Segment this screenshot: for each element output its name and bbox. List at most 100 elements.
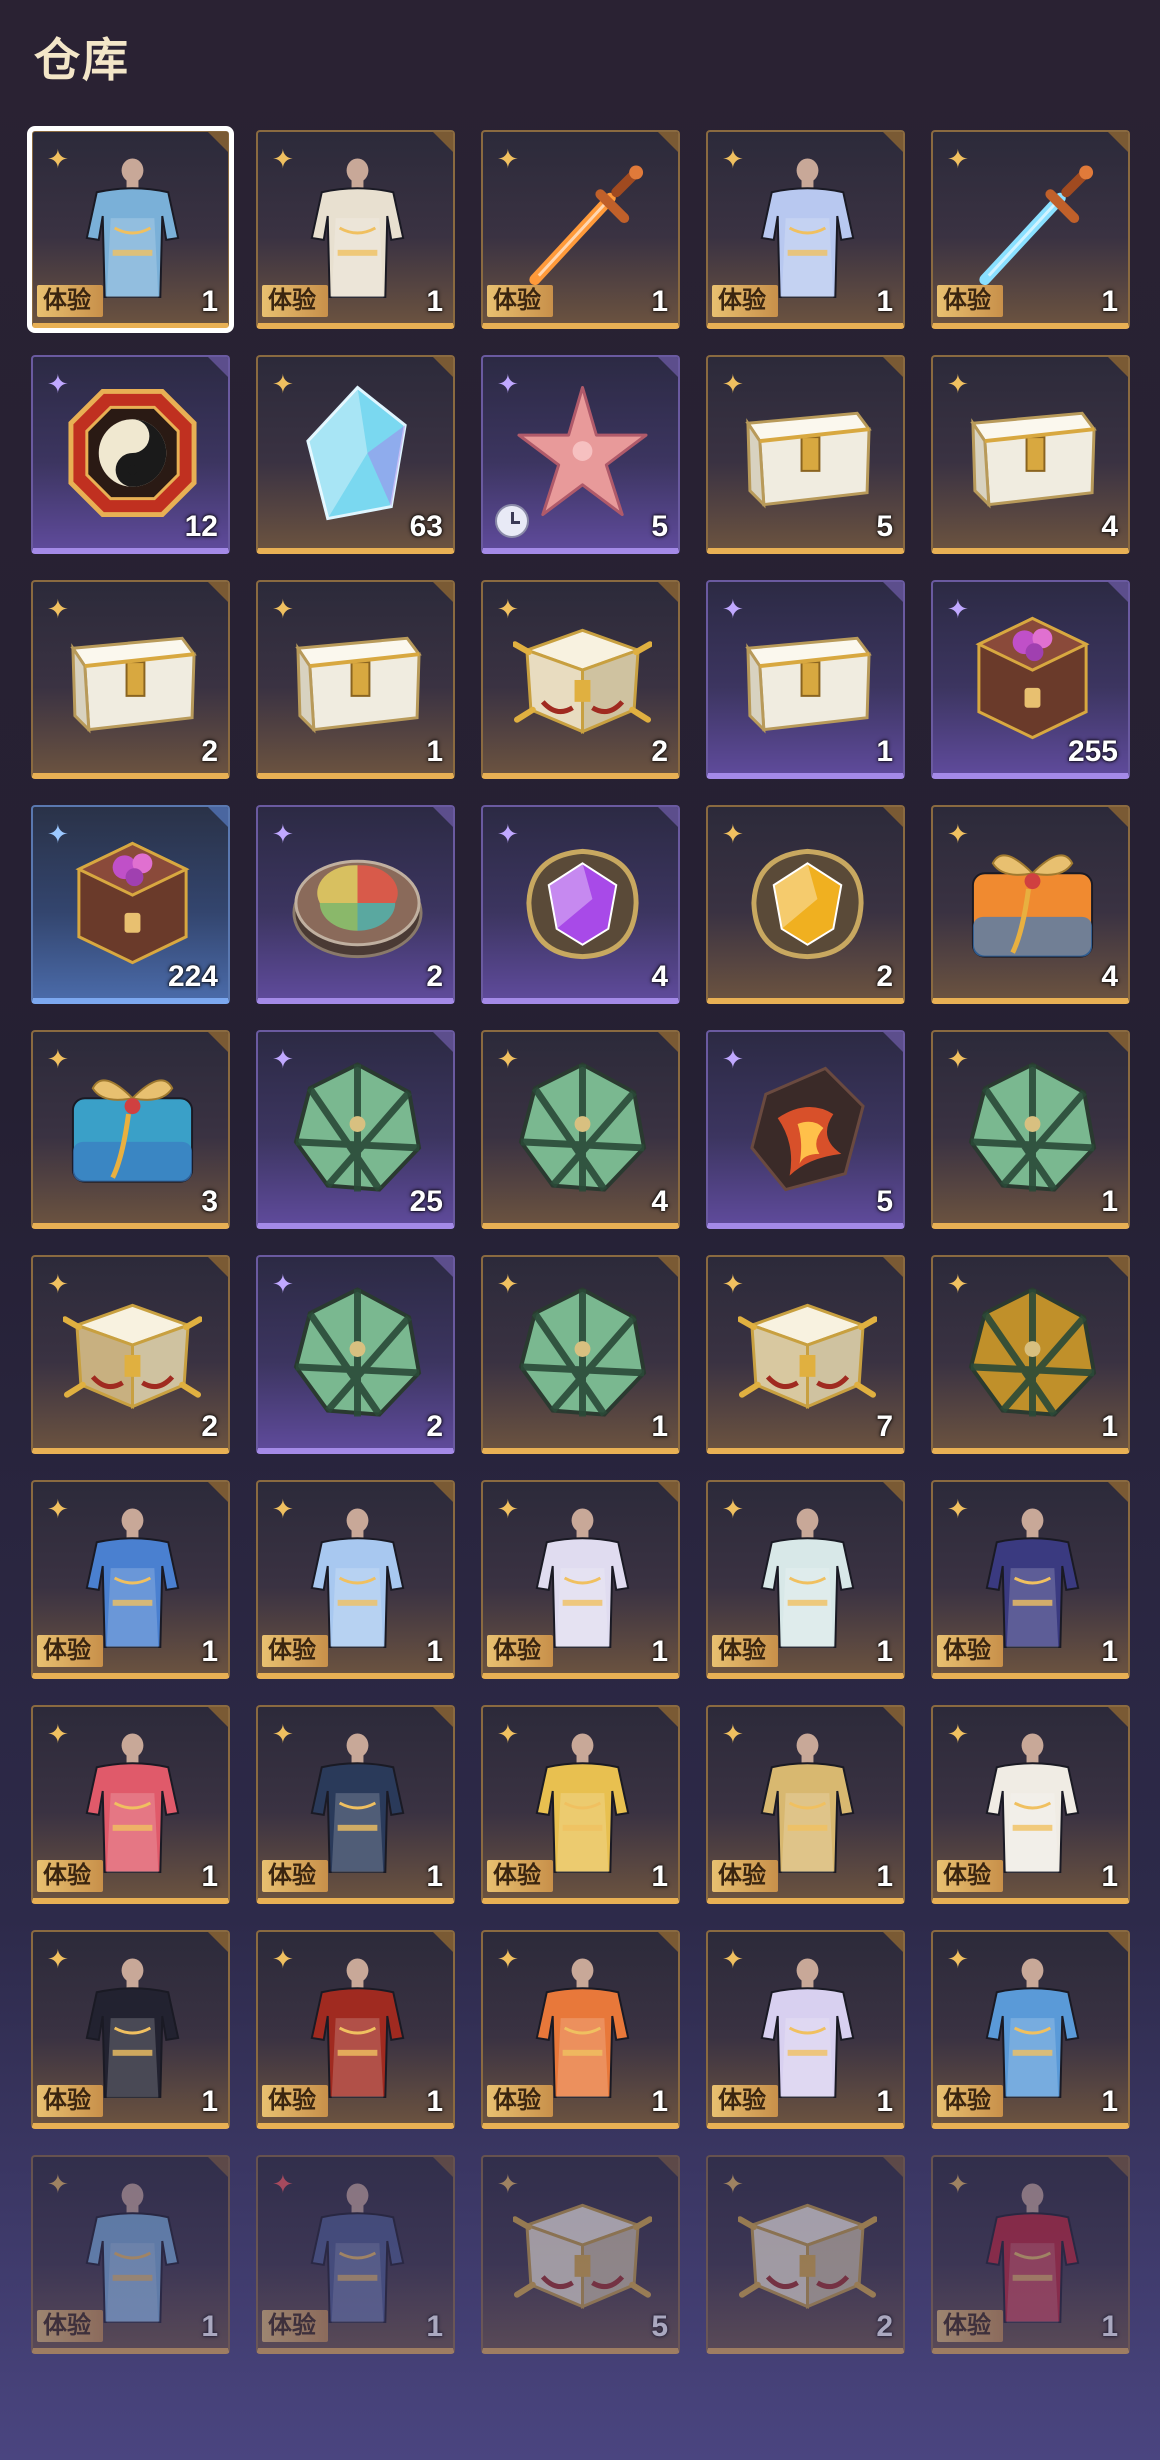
inventory-slot-outfit-fur-armor[interactable]: ✦ 体验 1 [256, 2155, 455, 2354]
rarity-star-icon: ✦ [947, 1044, 969, 1074]
inventory-slot-outfit-floral-robe[interactable]: ✦ 体验 1 [31, 2155, 230, 2354]
inventory-slot-outfit-dark-armor-dress[interactable]: ✦ 体验 1 [256, 1705, 455, 1904]
inventory-slot-white-jade-chest[interactable]: ✦ 2 [31, 580, 230, 779]
inventory-slot-crystal-shard[interactable]: ✦ 63 [256, 355, 455, 554]
inventory-slot-outfit-blue-shawl-dress[interactable]: ✦ 体验 1 [931, 1930, 1130, 2129]
inventory-slot-outfit-navy-gown[interactable]: ✦ 体验 1 [931, 1480, 1130, 1679]
item-image [288, 833, 427, 973]
item-quantity: 1 [201, 285, 218, 318]
trial-badge: 体验 [712, 1635, 778, 1667]
inventory-slot-outfit-red-halter-dress[interactable]: ✦ 体验 1 [931, 2155, 1130, 2354]
inventory-slot-jade-polyhedron[interactable]: ✦ 4 [481, 1030, 680, 1229]
rarity-star-icon: ✦ [722, 1944, 744, 1974]
item-quantity: 1 [426, 735, 443, 768]
outfit-icon [760, 1958, 855, 2098]
inventory-slot-outfit-floral-robe[interactable]: ✦ 体验 1 [27, 126, 234, 333]
inventory-slot-ornate-gold-chest[interactable]: ✦ 7 [706, 1255, 905, 1454]
inventory-slot-ember-stone[interactable]: ✦ 5 [706, 1030, 905, 1229]
rarity-star-icon: ✦ [497, 1719, 519, 1749]
starfish-icon [517, 385, 648, 517]
inventory-slot-white-jade-chest[interactable]: ✦ 1 [256, 580, 455, 779]
inventory-slot-ornate-gold-chest[interactable]: ✦ 5 [481, 2155, 680, 2354]
inventory-slot-weapon-ice-sword[interactable]: ✦ 体验 1 [931, 130, 1130, 329]
inventory-slot-outfit-red-cape-armor[interactable]: ✦ 体验 1 [256, 1930, 455, 2129]
inventory-slot-outfit-pale-blue-dress[interactable]: ✦ 体验 1 [256, 1480, 455, 1679]
inventory-slot-outfit-gold-black-dress[interactable]: ✦ 体验 1 [481, 1705, 680, 1904]
item-quantity: 1 [651, 1635, 668, 1668]
inventory-slot-token-yin-yang-medallion[interactable]: ✦ 12 [31, 355, 230, 554]
trial-badge: 体验 [262, 285, 328, 317]
inventory-slot-white-jade-chest[interactable]: ✦ 1 [706, 580, 905, 779]
inventory-slot-outfit-white-purple-dress[interactable]: ✦ 体验 1 [706, 1930, 905, 2129]
rarity-star-icon: ✦ [947, 1494, 969, 1524]
outfit-icon [535, 1958, 630, 2098]
item-quantity: 12 [184, 510, 218, 543]
trial-badge: 体验 [262, 1860, 328, 1892]
inventory-slot-lacquer-hex-box[interactable]: ✦ 224 [31, 805, 230, 1004]
inventory-slot-jade-polyhedron[interactable]: ✦ 2 [256, 1255, 455, 1454]
inventory-slot-white-jade-chest[interactable]: ✦ 5 [706, 355, 905, 554]
item-image [513, 1508, 652, 1648]
inventory-slot-white-jade-chest[interactable]: ✦ 4 [931, 355, 1130, 554]
inventory-slot-jade-polyhedron[interactable]: ✦ 1 [931, 1030, 1130, 1229]
rarity-star-icon: ✦ [722, 1494, 744, 1524]
inventory-slot-blue-gift-bundle[interactable]: ✦ 3 [31, 1030, 230, 1229]
inventory-slot-ornate-gold-chest[interactable]: ✦ 2 [706, 2155, 905, 2354]
inventory-slot-ornate-gold-chest[interactable]: ✦ 2 [481, 580, 680, 779]
inventory-slot-outfit-red-white-dress[interactable]: ✦ 体验 1 [31, 1705, 230, 1904]
inventory-slot-jade-polyhedron[interactable]: ✦ 25 [256, 1030, 455, 1229]
outfit-icon [985, 1958, 1080, 2098]
outfit-icon [760, 1508, 855, 1648]
item-quantity: 255 [1067, 735, 1118, 768]
outfit-icon [985, 1508, 1080, 1648]
inventory-slot-outfit-gold-cape-armor[interactable]: ✦ 体验 1 [706, 1705, 905, 1904]
inventory-slot-jade-compass-disc[interactable]: ✦ 2 [256, 805, 455, 1004]
inventory-slot-outfit-orange-white-armor[interactable]: ✦ 体验 1 [481, 1930, 680, 2129]
rarity-star-icon: ✦ [722, 1269, 744, 1299]
inventory-slot-lacquer-hex-box[interactable]: ✦ 255 [931, 580, 1130, 779]
rarity-star-icon: ✦ [47, 1494, 69, 1524]
inventory-slot-purple-gem-relic[interactable]: ✦ 4 [481, 805, 680, 1004]
rarity-star-icon: ✦ [47, 1269, 69, 1299]
inventory-slot-outfit-white-robe[interactable]: ✦ 体验 1 [931, 1705, 1130, 1904]
inventory-slot-outfit-white-fur-coat[interactable]: ✦ 体验 1 [481, 1480, 680, 1679]
polyhedron-icon [518, 1062, 647, 1192]
rarity-star-icon: ✦ [497, 369, 519, 399]
rarity-star-icon: ✦ [272, 144, 294, 174]
item-image [63, 833, 202, 973]
rarity-star-icon: ✦ [272, 1494, 294, 1524]
inventory-grid: ✦ 体验 1 ✦ 体验 1 ✦ 体验 1 ✦ 体验 1 ✦ 体验 1 ✦ 12 … [27, 126, 1130, 2354]
inventory-slot-gold-gem-relic[interactable]: ✦ 2 [706, 805, 905, 1004]
rarity-star-icon: ✦ [497, 594, 519, 624]
outfit-icon [535, 1508, 630, 1648]
trial-badge: 体验 [937, 1860, 1003, 1892]
item-image [288, 1283, 427, 1423]
rarity-star-icon: ✦ [722, 2169, 744, 2199]
item-image [963, 1283, 1102, 1423]
gift-icon [971, 854, 1094, 958]
inventory-slot-outfit-black-vest[interactable]: ✦ 体验 1 [31, 1930, 230, 2129]
medallion-icon [68, 388, 197, 518]
item-quantity: 4 [651, 960, 668, 993]
inventory-slot-jade-polyhedron[interactable]: ✦ 1 [481, 1255, 680, 1454]
rarity-star-icon: ✦ [272, 1944, 294, 1974]
inventory-slot-outfit-blue-porcelain-dress[interactable]: ✦ 体验 1 [706, 130, 905, 329]
item-quantity: 1 [426, 2310, 443, 2343]
item-image [63, 608, 202, 748]
inventory-slot-orange-gift-bundle[interactable]: ✦ 4 [931, 805, 1130, 1004]
hex-box-icon [975, 616, 1090, 740]
item-image [738, 1958, 877, 2098]
item-quantity: 3 [201, 1185, 218, 1218]
inventory-slot-red-gold-polyhedron[interactable]: ✦ 1 [931, 1255, 1130, 1454]
inventory-slot-outfit-blue-white-gown[interactable]: ✦ 体验 1 [31, 1480, 230, 1679]
outfit-icon [310, 1733, 405, 1873]
item-quantity: 25 [409, 1185, 443, 1218]
inventory-slot-ornate-gold-chest[interactable]: ✦ 2 [31, 1255, 230, 1454]
inventory-slot-outfit-white-teal-coat[interactable]: ✦ 体验 1 [706, 1480, 905, 1679]
rarity-star-icon: ✦ [722, 144, 744, 174]
inventory-slot-weapon-orange-sword[interactable]: ✦ 体验 1 [481, 130, 680, 329]
inventory-slot-starfish-material[interactable]: ✦ 5 [481, 355, 680, 554]
inventory-slot-outfit-white-gold-armor[interactable]: ✦ 体验 1 [256, 130, 455, 329]
item-quantity: 2 [426, 1410, 443, 1443]
trial-badge: 体验 [37, 1635, 103, 1667]
